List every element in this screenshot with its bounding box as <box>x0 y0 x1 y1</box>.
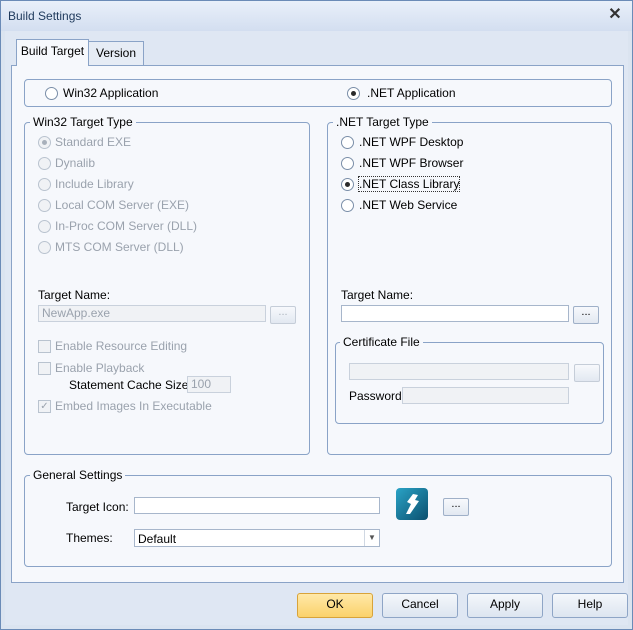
statement-cache-size-label: Statement Cache Size: <box>69 378 192 392</box>
embed-images-label: Embed Images In Executable <box>55 399 212 413</box>
app-icon <box>396 488 428 520</box>
net-target-type-group: .NET Target Type .NET WPF Desktop .NET W… <box>327 115 612 455</box>
net-wpf-browser-radio[interactable] <box>341 157 354 170</box>
general-settings-group: General Settings Target Icon: ... Themes… <box>24 468 612 567</box>
standard-exe-radio[interactable] <box>38 136 51 149</box>
net-application-label: .NET Application <box>367 86 456 100</box>
dynalib-radio[interactable] <box>38 157 51 170</box>
standard-exe-label: Standard EXE <box>55 135 132 149</box>
in-proc-com-server-radio[interactable] <box>38 220 51 233</box>
net-target-name-input[interactable] <box>341 305 569 322</box>
target-icon-label: Target Icon: <box>66 500 129 514</box>
cancel-button[interactable]: Cancel <box>382 593 458 618</box>
themes-selected-value: Default <box>138 532 177 546</box>
target-icon-browse-button[interactable]: ... <box>443 498 469 516</box>
win32-application-label: Win32 Application <box>63 86 159 100</box>
mts-com-server-radio[interactable] <box>38 241 51 254</box>
tab-build-target[interactable]: Build Target <box>16 39 89 66</box>
local-com-server-radio[interactable] <box>38 199 51 212</box>
certificate-file-group: Certificate File Password: <box>335 335 604 424</box>
group-title: Certificate File <box>340 335 423 349</box>
net-wpf-desktop-label: .NET WPF Desktop <box>359 135 464 149</box>
ok-button[interactable]: OK <box>297 593 373 618</box>
enable-playback-label: Enable Playback <box>55 361 145 375</box>
net-browse-button[interactable]: ... <box>573 306 599 324</box>
group-title: .NET Target Type <box>333 115 432 129</box>
include-library-radio[interactable] <box>38 178 51 191</box>
win32-target-type-group: Win32 Target Type Standard EXE Dynalib I… <box>24 115 310 455</box>
net-web-service-label: .NET Web Service <box>359 198 458 212</box>
include-library-label: Include Library <box>55 177 134 191</box>
password-input[interactable] <box>402 387 569 404</box>
apply-button[interactable]: Apply <box>467 593 543 618</box>
net-wpf-browser-label: .NET WPF Browser <box>359 156 464 170</box>
net-class-library-radio[interactable] <box>341 178 354 191</box>
target-name-label: Target Name: <box>38 288 111 302</box>
tab-label: Version <box>95 46 137 60</box>
build-settings-dialog: Build Settings ✕ Build Target Version Wi… <box>0 0 633 630</box>
title-bar: Build Settings ✕ <box>1 1 632 31</box>
certificate-file-input[interactable] <box>349 363 569 380</box>
tab-version[interactable]: Version <box>88 41 144 66</box>
close-icon[interactable]: ✕ <box>605 5 625 25</box>
win32-browse-button[interactable]: ... <box>270 306 296 324</box>
application-type-box: Win32 Application .NET Application <box>24 79 612 107</box>
net-class-library-label: .NET Class Library <box>357 176 461 192</box>
enable-resource-editing-label: Enable Resource Editing <box>55 339 188 353</box>
group-title: Win32 Target Type <box>30 115 136 129</box>
password-label: Password: <box>349 389 406 403</box>
local-com-server-label: Local COM Server (EXE) <box>55 198 190 212</box>
net-application-radio[interactable] <box>347 87 360 100</box>
tab-label: Build Target <box>20 44 85 58</box>
enable-resource-editing-checkbox[interactable] <box>38 340 51 353</box>
win32-application-radio[interactable] <box>45 87 58 100</box>
help-button[interactable]: Help <box>552 593 628 618</box>
net-web-service-radio[interactable] <box>341 199 354 212</box>
certificate-browse-button[interactable] <box>574 364 600 382</box>
mts-com-server-label: MTS COM Server (DLL) <box>55 240 184 254</box>
target-icon-input[interactable] <box>134 497 380 514</box>
win32-target-name-input[interactable]: NewApp.exe <box>38 305 266 322</box>
statement-cache-size-input[interactable]: 100 <box>187 376 231 393</box>
window-title: Build Settings <box>8 9 82 23</box>
themes-select[interactable]: Default ▼ <box>134 529 380 547</box>
embed-images-checkbox[interactable]: ✓ <box>38 400 51 413</box>
dynalib-label: Dynalib <box>55 156 96 170</box>
net-wpf-desktop-radio[interactable] <box>341 136 354 149</box>
group-title: General Settings <box>30 468 126 482</box>
chevron-down-icon[interactable]: ▼ <box>364 530 379 546</box>
target-name-label: Target Name: <box>341 288 414 302</box>
enable-playback-checkbox[interactable] <box>38 362 51 375</box>
in-proc-com-server-label: In-Proc COM Server (DLL) <box>55 219 198 233</box>
themes-label: Themes: <box>66 531 113 545</box>
